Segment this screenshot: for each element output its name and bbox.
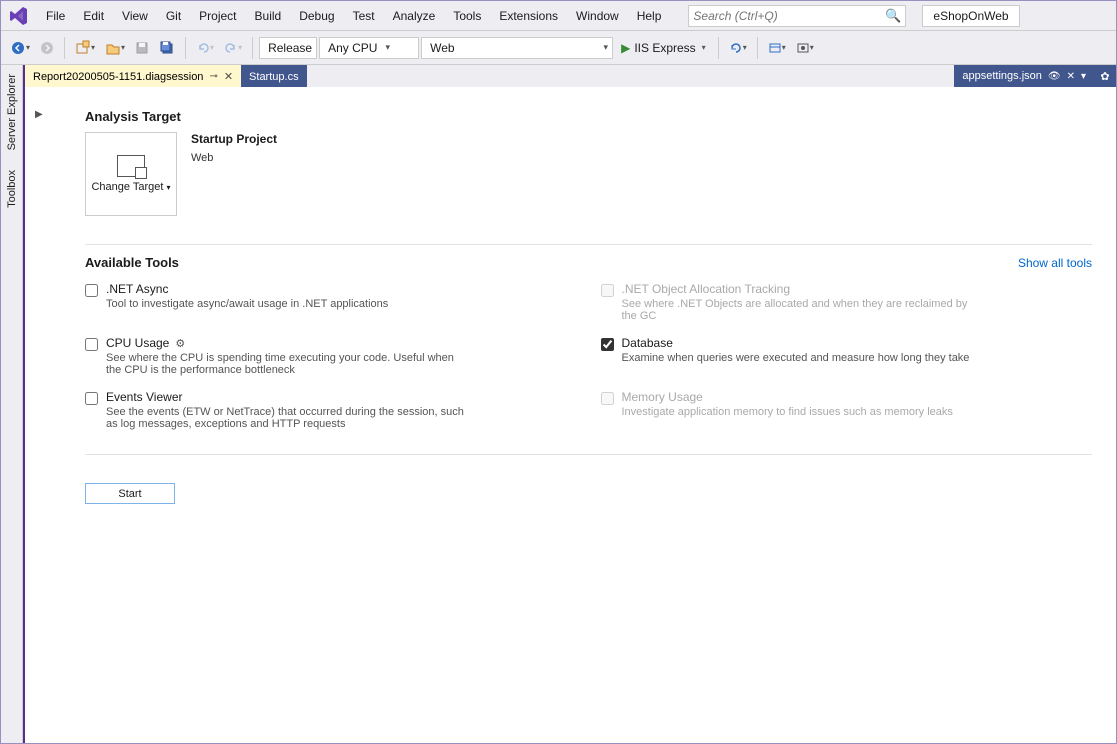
tool-database-checkbox[interactable] xyxy=(601,338,614,351)
tool-cpu-usage: CPU Usage ⚙ See where the CPU is spendin… xyxy=(85,336,577,376)
available-tools-heading: Available Tools xyxy=(85,255,179,270)
target-info: Startup Project Web xyxy=(191,132,277,164)
tool-desc: Tool to investigate async/await usage in… xyxy=(106,298,388,310)
side-tool-strip: Server Explorer Toolbox xyxy=(1,65,23,743)
tool-allocation-checkbox xyxy=(601,284,614,297)
tool-net-async-checkbox[interactable] xyxy=(85,284,98,297)
tab-label: appsettings.json xyxy=(962,70,1042,82)
tool-database: Database Examine when queries were execu… xyxy=(601,336,1093,376)
menu-build[interactable]: Build xyxy=(246,5,291,27)
separator xyxy=(757,37,758,59)
analysis-target-heading: Analysis Target xyxy=(85,109,1092,124)
document-area: Report20200505-1151.diagsession ⊸ ✕ Star… xyxy=(23,65,1116,743)
menu-extensions[interactable]: Extensions xyxy=(490,5,567,27)
menu-help[interactable]: Help xyxy=(628,5,671,27)
target-icon xyxy=(117,155,145,177)
menu-window[interactable]: Window xyxy=(567,5,628,27)
tool-events-checkbox[interactable] xyxy=(85,392,98,405)
browser-link-button[interactable]: ▾ xyxy=(764,36,790,60)
tool-desc: Investigate application memory to find i… xyxy=(622,406,953,418)
tab-label: Startup.cs xyxy=(249,71,299,83)
menu-tools[interactable]: Tools xyxy=(444,5,490,27)
menu-analyze[interactable]: Analyze xyxy=(384,5,445,27)
tool-cpu-checkbox[interactable] xyxy=(85,338,98,351)
solution-name[interactable]: eShopOnWeb xyxy=(922,5,1019,27)
close-icon[interactable]: ✕ xyxy=(224,70,233,83)
profiler-pane: ▶ Analysis Target Change Target ▾ Startu… xyxy=(25,87,1116,743)
chevron-down-icon[interactable]: ▾ xyxy=(1081,71,1086,82)
tab-appsettings[interactable]: appsettings.json 👁 ✕ ▾ xyxy=(954,65,1094,87)
search-input[interactable] xyxy=(693,9,885,23)
menu-git[interactable]: Git xyxy=(157,5,190,27)
start-button[interactable]: Start xyxy=(85,483,175,504)
search-box[interactable]: 🔍 xyxy=(688,5,906,27)
menu-test[interactable]: Test xyxy=(344,5,384,27)
save-all-button[interactable] xyxy=(155,36,179,60)
refresh-button[interactable]: ▾ xyxy=(725,36,751,60)
gear-icon[interactable]: ⚙ xyxy=(175,337,185,350)
menu-project[interactable]: Project xyxy=(190,5,245,27)
tab-startup[interactable]: Startup.cs xyxy=(241,65,307,87)
search-icon: 🔍 xyxy=(885,8,901,24)
save-button[interactable] xyxy=(131,36,153,60)
tool-name: CPU Usage ⚙ xyxy=(106,336,466,350)
nav-forward-button[interactable] xyxy=(36,36,58,60)
tool-name: .NET Object Allocation Tracking xyxy=(622,282,982,296)
pin-icon[interactable]: ⊸ xyxy=(209,71,217,82)
tool-name: Events Viewer xyxy=(106,390,466,404)
run-button[interactable]: ▶IIS Express▾ xyxy=(615,36,712,60)
tool-memory-usage: Memory Usage Investigate application mem… xyxy=(601,390,1093,430)
startup-target-combo[interactable]: Web▾ xyxy=(421,37,613,59)
separator xyxy=(185,37,186,59)
nav-back-button[interactable]: ▾ xyxy=(7,36,34,60)
redo-button[interactable]: ▾ xyxy=(220,36,246,60)
show-all-tools-link[interactable]: Show all tools xyxy=(1018,256,1092,270)
menu-debug[interactable]: Debug xyxy=(290,5,343,27)
tool-memory-checkbox xyxy=(601,392,614,405)
separator xyxy=(252,37,253,59)
divider xyxy=(85,244,1092,245)
tool-desc: Examine when queries were executed and m… xyxy=(622,352,970,364)
new-project-button[interactable]: ▾ xyxy=(71,36,99,60)
server-explorer-tab[interactable]: Server Explorer xyxy=(3,67,21,157)
close-icon[interactable]: ✕ xyxy=(1067,71,1075,82)
tool-allocation: .NET Object Allocation Tracking See wher… xyxy=(601,282,1093,322)
tool-desc: See where .NET Objects are allocated and… xyxy=(622,298,982,322)
tool-name: Database xyxy=(622,336,970,350)
preview-button[interactable]: ▾ xyxy=(792,36,818,60)
main-toolbar: ▾ ▾ ▾ ▾ ▾ Release▾ Any CPU▾ Web▾ ▶IIS Ex… xyxy=(1,31,1116,65)
tab-label: Report20200505-1151.diagsession xyxy=(33,71,203,83)
separator xyxy=(718,37,719,59)
undo-button[interactable]: ▾ xyxy=(192,36,218,60)
platform-combo[interactable]: Any CPU▾ xyxy=(319,37,419,59)
tool-name: Memory Usage xyxy=(622,390,953,404)
tool-desc: See where the CPU is spending time execu… xyxy=(106,352,466,376)
preview-icon: 👁 xyxy=(1048,71,1061,82)
change-target-label: Change Target ▾ xyxy=(91,181,170,193)
tool-name: .NET Async xyxy=(106,282,388,296)
config-combo[interactable]: Release▾ xyxy=(259,37,317,59)
change-target-button[interactable]: Change Target ▾ xyxy=(85,132,177,216)
toolbox-tab[interactable]: Toolbox xyxy=(3,163,21,215)
document-tabs: Report20200505-1151.diagsession ⊸ ✕ Star… xyxy=(25,65,1116,87)
tab-diagsession[interactable]: Report20200505-1151.diagsession ⊸ ✕ xyxy=(25,65,241,87)
visual-studio-logo-icon xyxy=(7,4,31,28)
tab-options-icon[interactable]: ✿ xyxy=(1094,65,1116,87)
startup-project-label: Startup Project xyxy=(191,132,277,146)
menu-edit[interactable]: Edit xyxy=(74,5,113,27)
tool-events-viewer: Events Viewer See the events (ETW or Net… xyxy=(85,390,577,430)
menu-bar: File Edit View Git Project Build Debug T… xyxy=(1,1,1116,31)
open-file-button[interactable]: ▾ xyxy=(101,36,129,60)
startup-project-value: Web xyxy=(191,152,277,164)
tool-desc: See the events (ETW or NetTrace) that oc… xyxy=(106,406,466,430)
tool-net-async: .NET Async Tool to investigate async/awa… xyxy=(85,282,577,322)
collapse-toggle-icon[interactable]: ▶ xyxy=(35,109,43,120)
menu-view[interactable]: View xyxy=(113,5,157,27)
menu-file[interactable]: File xyxy=(37,5,74,27)
divider xyxy=(85,454,1092,455)
separator xyxy=(64,37,65,59)
